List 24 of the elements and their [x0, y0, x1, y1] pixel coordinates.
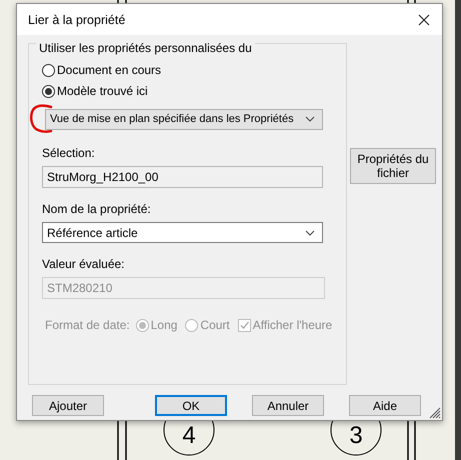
caret-icon — [305, 230, 315, 236]
dialog-button[interactable]: Aide — [349, 395, 421, 416]
grid-label: 4 — [182, 422, 196, 449]
property-name-dropdown[interactable]: Référence article — [42, 222, 323, 243]
radio-button[interactable] — [42, 64, 55, 76]
selection-field[interactable]: StruMorg_H2100_00 — [42, 166, 323, 188]
group-legend: Utiliser les propriétés personnalisées du — [36, 41, 255, 55]
caret-icon — [305, 116, 315, 122]
dialog-button[interactable]: Annuler — [252, 395, 324, 416]
field-label: Sélection: — [42, 146, 96, 160]
dialog-button[interactable]: Ajouter — [32, 395, 104, 416]
radio-button[interactable] — [42, 84, 55, 98]
date-format-label: Format de date: — [45, 318, 130, 332]
option-label[interactable]: Document en cours — [57, 63, 162, 77]
close-icon[interactable] — [418, 14, 430, 26]
view-dropdown[interactable]: Vue de mise en plan spécifiée dans les Propriétés — [45, 108, 323, 130]
grid-label: 3 — [349, 422, 363, 449]
window-title: Lier à la propriété — [28, 12, 126, 26]
field-label: Valeur évaluée: — [42, 257, 126, 271]
resize-grip-icon[interactable] — [429, 407, 441, 419]
file-properties-button[interactable]: Propriétés du fichier — [350, 148, 436, 184]
option-label[interactable]: Modèle trouvé ici — [57, 84, 148, 98]
dialog-button[interactable]: OK — [155, 395, 227, 416]
field-label: Nom de la propriété: — [42, 202, 152, 216]
